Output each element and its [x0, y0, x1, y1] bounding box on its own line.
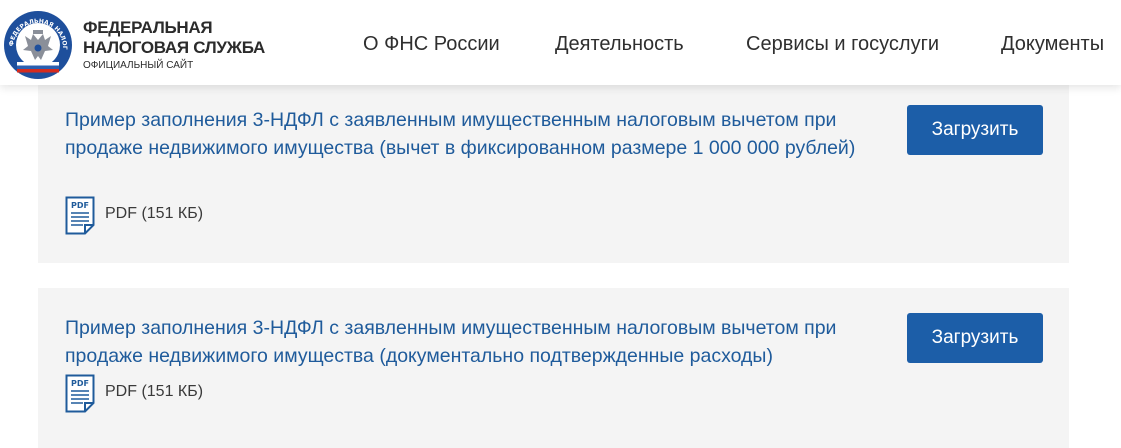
nav-item-services[interactable]: Сервисы и госуслуги: [746, 32, 939, 56]
nav-item-documents[interactable]: Документы: [1001, 32, 1104, 56]
document-title-link[interactable]: Пример заполнения 3-НДФЛ с заявленным им…: [65, 314, 895, 370]
pdf-file-icon: PDF: [65, 196, 95, 235]
file-size-label: PDF (151 КБ): [105, 383, 204, 400]
download-button[interactable]: Загрузить: [907, 313, 1043, 363]
svg-text:PDF: PDF: [71, 379, 89, 388]
nav-item-activity[interactable]: Деятельность: [555, 32, 684, 56]
fns-emblem-logo[interactable]: ФЕДЕРАЛЬНАЯ НАЛОГОВАЯ СЛУЖБА: [3, 10, 73, 80]
svg-text:PDF: PDF: [71, 201, 89, 210]
pdf-file-icon: PDF: [65, 374, 95, 413]
file-size-label: PDF (151 КБ): [105, 205, 204, 222]
document-title-link[interactable]: Пример заполнения 3-НДФЛ с заявленным им…: [65, 106, 895, 162]
document-card: Пример заполнения 3-НДФЛ с заявленным им…: [38, 70, 1069, 263]
brand-line1: ФЕДЕРАЛЬНАЯ: [83, 18, 213, 37]
brand-subtitle: ОФИЦИАЛЬНЫЙ САЙТ: [83, 60, 194, 71]
site-header: ФЕДЕРАЛЬНАЯ НАЛОГОВАЯ СЛУЖБА ФЕДЕРАЛЬНАЯ…: [0, 0, 1121, 85]
brand-line2: НАЛОГОВАЯ СЛУЖБА: [83, 38, 265, 57]
nav-item-about[interactable]: О ФНС России: [363, 32, 500, 56]
document-card: Пример заполнения 3-НДФЛ с заявленным им…: [38, 288, 1069, 448]
download-button[interactable]: Загрузить: [907, 105, 1043, 155]
brand-title[interactable]: ФЕДЕРАЛЬНАЯ НАЛОГОВАЯ СЛУЖБА ОФИЦИАЛЬНЫЙ…: [83, 18, 265, 73]
